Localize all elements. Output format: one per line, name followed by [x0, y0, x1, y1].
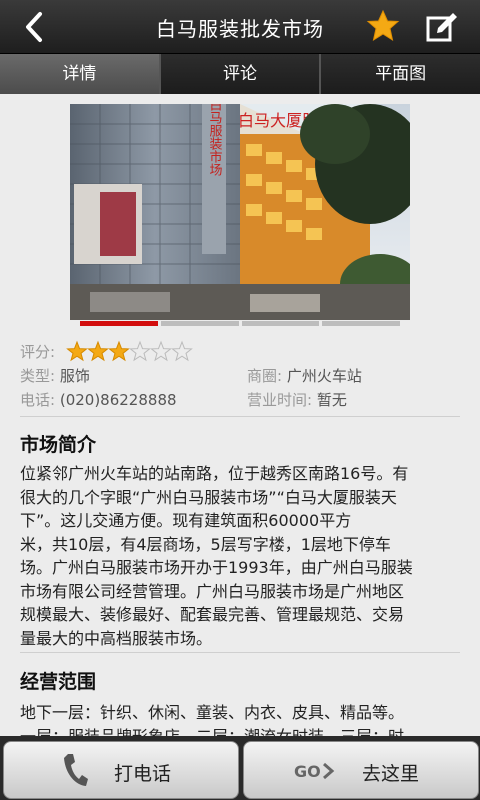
intro-line: 位紧邻广州火车站的站南路，位于越秀区南路16号。有: [20, 464, 409, 483]
district-label: 商圈:: [247, 367, 283, 385]
tab-floor-plan[interactable]: 平面图: [321, 54, 480, 94]
title-bar: 白马服装批发市场: [0, 0, 480, 54]
star-empty-icon: [129, 340, 151, 362]
info-panel: 评分: 类型: 服饰 商圈: 广州火车站 电话: (020)86228888 营…: [20, 340, 460, 412]
type-value: 服饰: [59, 367, 90, 385]
scope-title: 经营范围: [20, 671, 97, 693]
type-row: 类型: 服饰 商圈: 广州火车站: [20, 364, 460, 388]
indicator-dot[interactable]: [160, 321, 239, 326]
intro-text: 位紧邻广州火车站的站南路，位于越秀区南路16号。有 很大的几个字眼“广州白马服装…: [20, 462, 460, 650]
phone-icon: [64, 754, 88, 786]
indicator-dot[interactable]: [80, 321, 158, 326]
tab-bar: 详情 评论 平面图: [0, 54, 480, 94]
intro-line: 场。广州白马服装市场开办于1993年，由广州白马服装: [20, 558, 413, 577]
go-here-button[interactable]: GO 去这里: [243, 741, 479, 799]
star-filled-icon: [87, 340, 109, 362]
divider: [20, 416, 460, 417]
page-title: 白马服装批发市场: [156, 17, 324, 41]
district-value: 广州火车站: [286, 367, 362, 385]
intro-line: 米，共10层，有4层商场，5层写字楼，1层地下停车: [20, 534, 391, 554]
divider: [20, 652, 460, 653]
phone-row: 电话: (020)86228888 营业时间: 暂无: [20, 388, 460, 412]
go-here-button-label: 去这里: [362, 763, 420, 785]
hours-label: 营业时间:: [247, 391, 313, 409]
phone-value[interactable]: (020)86228888: [60, 391, 177, 409]
intro-line: 量最大的中高档服装市场。: [20, 628, 213, 648]
bottom-action-bar: 打电话 GO 去这里: [0, 736, 480, 800]
edit-icon[interactable]: [424, 9, 460, 45]
star-empty-icon: [171, 340, 193, 362]
star-icon[interactable]: [366, 9, 400, 43]
rating-stars: [66, 340, 193, 362]
intro-line: 规模最大、装修最好、配套最完善、管理最规范、交易: [20, 605, 405, 624]
scope-line: 地下一层：针织、休闲、童装、内衣、皮具、精品等。: [20, 703, 405, 722]
intro-line: 下”。这儿交通方便。现有建筑面积60000平方: [20, 511, 352, 530]
tab-reviews[interactable]: 评论: [160, 54, 322, 94]
go-arrow-icon: GO: [294, 762, 335, 781]
type-label: 类型:: [20, 367, 56, 385]
photo-page-indicator: [80, 321, 400, 326]
intro-title: 市场简介: [20, 434, 97, 456]
market-photo[interactable]: 广州白马服装市场 白马大厦服装天下: [70, 104, 410, 320]
star-empty-icon: [150, 340, 172, 362]
rating-row: 评分:: [20, 340, 460, 364]
star-filled-icon: [108, 340, 130, 362]
indicator-dot[interactable]: [322, 321, 400, 326]
call-button[interactable]: 打电话: [3, 741, 239, 799]
intro-line: 很大的几个字眼“广州白马服装市场”“白马大厦服装天: [20, 487, 397, 507]
call-button-label: 打电话: [114, 763, 172, 785]
rating-label: 评分:: [20, 343, 56, 361]
hours-value: 暂无: [316, 391, 347, 409]
svg-text:GO: GO: [294, 762, 321, 781]
tab-details[interactable]: 详情: [0, 54, 161, 94]
intro-line: 市场有限公司经营管理。广州白马服装市场是广州地区: [20, 581, 405, 601]
phone-label: 电话:: [20, 391, 56, 409]
indicator-dot[interactable]: [241, 321, 320, 326]
star-filled-icon: [66, 340, 88, 362]
market-photo-image: 广州白马服装市场 白马大厦服装天下: [70, 104, 410, 320]
vertical-sign-text: 广州白马服装市场: [207, 104, 223, 176]
